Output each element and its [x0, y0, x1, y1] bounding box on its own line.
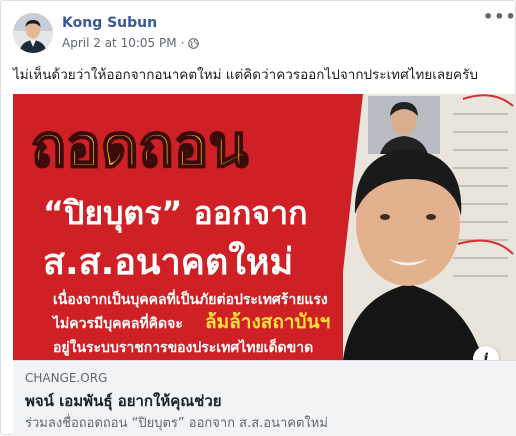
image-headline-1: ถอดถอน: [31, 112, 249, 180]
image-body-2b: ล้มล้างสถาบันฯ: [205, 311, 330, 333]
post-image[interactable]: ถอดถอน “ปิยบุตร” ออกจาก ส.ส.อนาคตใหม่ เน…: [13, 94, 516, 360]
link-description: ร่วมลงชื่อถอดถอน “ปิยบุตร” ออกจาก ส.ส.อน…: [25, 416, 328, 431]
post-meta: April 2 at 10:05 PM ·: [62, 36, 200, 50]
author-avatar[interactable]: [13, 13, 53, 53]
petition-image: ถอดถอน “ปิยบุตร” ออกจาก ส.ส.อนาคตใหม่ เน…: [13, 94, 516, 360]
globe-icon[interactable]: [188, 37, 200, 49]
image-headline-3: ส.ส.อนาคตใหม่: [43, 240, 293, 283]
meta-separator: ·: [180, 36, 185, 50]
more-options-icon[interactable]: •••: [483, 9, 516, 31]
image-body-2a: ไม่ควรมีบุคคลที่คิดจะ: [51, 313, 183, 332]
image-body-1: เนื่องจากเป็นบุคคลที่เป็นภัยต่อประเทศร้า…: [53, 289, 328, 308]
link-preview[interactable]: CHANGE.ORG พจน์ เอมพันธุ์ อยากให้คุณช่วย…: [13, 360, 516, 436]
post-text: ไม่เห็นด้วยว่าให้ออกจากอนาคตใหม่ แต่คิดว…: [13, 67, 478, 83]
post-timestamp[interactable]: April 2 at 10:05 PM: [62, 36, 177, 50]
facebook-post: Kong Subun April 2 at 10:05 PM · ••• ไม่…: [0, 0, 516, 436]
post-author-name[interactable]: Kong Subun: [62, 15, 157, 31]
link-title[interactable]: พจน์ เอมพันธุ์ อยากให้คุณช่วย: [25, 389, 222, 413]
image-headline-2: “ปิยบุตร” ออกจาก: [43, 194, 307, 234]
avatar-photo: [13, 13, 53, 53]
image-body-3: อยู่ในระบบราชการของประเทศไทยเด็ดขาด: [53, 338, 313, 356]
link-domain: CHANGE.ORG: [25, 371, 108, 385]
